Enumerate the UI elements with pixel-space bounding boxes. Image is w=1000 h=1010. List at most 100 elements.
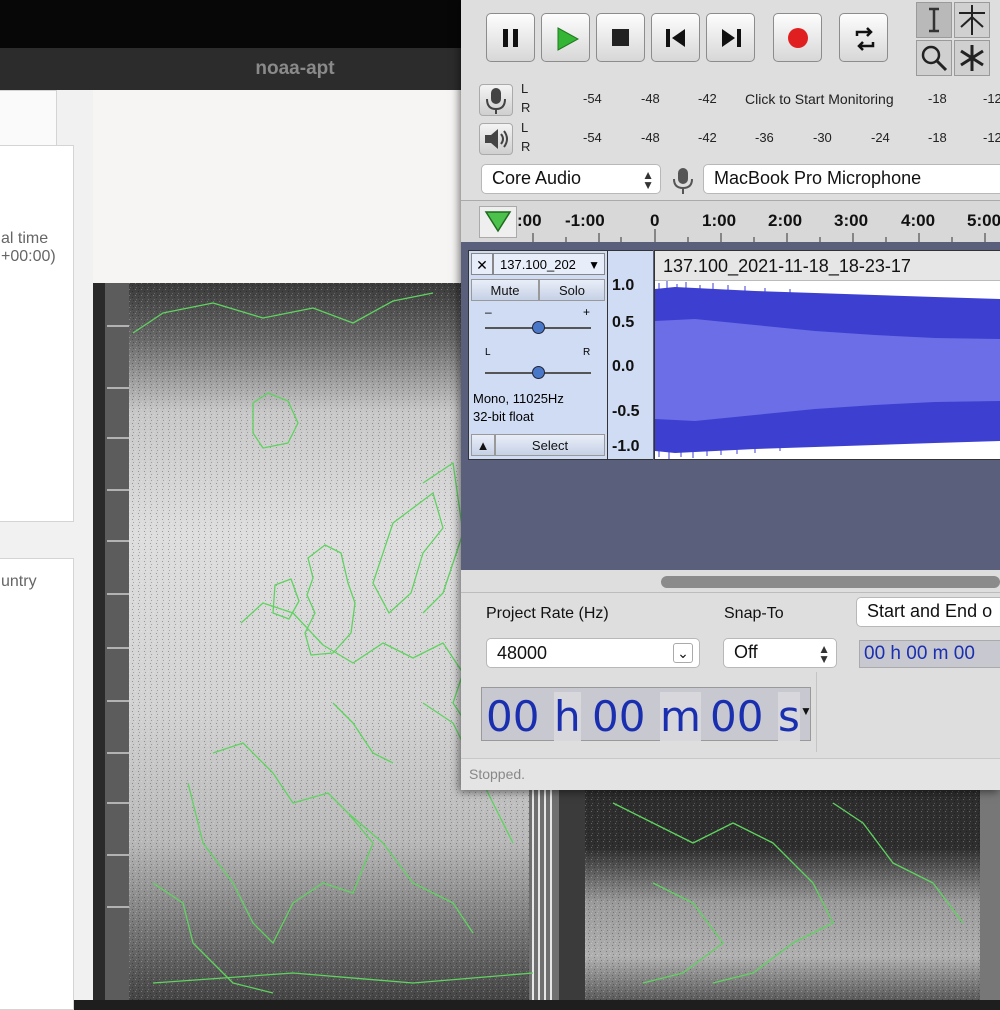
solo-button[interactable]: Solo	[539, 279, 605, 301]
record-meter-tick: -18	[928, 91, 947, 106]
gain-plus-label: +	[583, 305, 591, 319]
timeline-ruler[interactable]: :00 -1:00 0 1:00 2:00 3:00 4:00 5:00	[461, 200, 1000, 243]
record-meter-tick: -48	[641, 91, 660, 106]
audacity-window: L R -54 -48 -42 Click to Start Monitorin…	[461, 0, 1000, 790]
play-button[interactable]	[541, 13, 590, 62]
stop-icon	[612, 29, 629, 46]
stop-button[interactable]	[596, 13, 645, 62]
record-meter[interactable]: L R -54 -48 -42 Click to Start Monitorin…	[461, 80, 1000, 120]
time-label: al time	[1, 230, 49, 247]
selection-tool[interactable]	[916, 2, 952, 38]
vertical-scale[interactable]: 1.0 0.5 0.0 -0.5 -1.0	[608, 250, 653, 460]
skip-to-end-button[interactable]	[706, 13, 755, 62]
playback-meter-right-label: R	[521, 139, 531, 154]
ruler-label: :00	[517, 211, 542, 230]
clip-title-bar[interactable]: 137.100_2021-11-18_18-23-17	[655, 251, 1000, 281]
ruler-label: 3:00	[834, 211, 869, 230]
mute-button[interactable]: Mute	[471, 279, 539, 301]
record-meter-right-label: R	[521, 100, 531, 115]
project-rate-value: 48000	[497, 643, 548, 663]
gain-slider-thumb[interactable]	[532, 321, 545, 334]
time-seconds: 00	[710, 692, 764, 741]
playback-meter-tick: -42	[698, 130, 717, 145]
time-format-menu-icon[interactable]: ▼	[800, 704, 812, 718]
loop-button[interactable]	[839, 13, 888, 62]
track-name: 137.100_202	[500, 257, 576, 272]
selection-start-time[interactable]: 00 h 00 m 00	[859, 640, 1000, 668]
noaa-settings-panel: al time +00:00) untry	[0, 90, 93, 1010]
microphone-icon[interactable]	[479, 84, 513, 116]
snap-to-value: Off	[734, 642, 758, 662]
input-device-value: MacBook Pro Microphone	[714, 168, 922, 188]
track-control-panel[interactable]: ✕ 137.100_202 ▼ Mute Solo – + L R Mono, …	[468, 250, 608, 460]
record-meter-left-label: L	[521, 81, 529, 96]
playback-meter-tick: -24	[871, 130, 890, 145]
select-track-button[interactable]: Select	[495, 434, 605, 456]
pan-right-label: R	[583, 347, 591, 358]
audio-position-display[interactable]: 00 h 00 m 00 s ▼	[481, 687, 812, 741]
envelope-tool[interactable]	[954, 2, 990, 38]
timezone-label: +00:00)	[1, 248, 56, 265]
dropdown-triangle-icon: ▼	[588, 258, 600, 272]
loop-icon	[855, 27, 875, 51]
noaa-apt-titlebar[interactable]: noaa-apt	[0, 48, 470, 90]
project-rate-select[interactable]: 48000 ⌄	[486, 638, 700, 668]
snap-to-label: Snap-To	[724, 605, 784, 622]
close-icon: ✕	[476, 257, 488, 273]
playback-meter-tick: -36	[755, 130, 774, 145]
ruler-label: 5:00	[967, 211, 1000, 230]
pause-button[interactable]	[486, 13, 535, 62]
status-bar: Stopped.	[461, 758, 1000, 790]
play-icon	[557, 27, 580, 51]
scale-label: 0.0	[612, 358, 635, 375]
audio-host-select[interactable]: Core Audio ▲ ▼	[481, 164, 661, 194]
snap-to-select[interactable]: Off ▲ ▼	[723, 638, 837, 668]
collapse-triangle-icon: ▲	[476, 438, 490, 453]
playback-meter-tick: -54	[583, 130, 602, 145]
multi-tool[interactable]	[954, 40, 990, 76]
chevron-down-icon: ⌄	[673, 643, 693, 663]
pan-left-label: L	[485, 347, 491, 358]
scale-label: -0.5	[612, 403, 640, 420]
waveform-clip[interactable]: 137.100_2021-11-18_18-23-17	[654, 250, 1000, 460]
ruler-label: 2:00	[768, 211, 803, 230]
country-label: untry	[1, 573, 37, 590]
horizontal-scrollbar[interactable]	[661, 576, 1000, 588]
ruler-label: -1:00	[565, 211, 605, 230]
zoom-tool[interactable]	[916, 40, 952, 76]
updown-icon: ▲ ▼	[642, 168, 654, 192]
time-hours-unit: h	[554, 692, 581, 741]
skip-to-start-icon	[666, 29, 685, 47]
ruler-label: 1:00	[702, 211, 737, 230]
click-to-start-monitoring[interactable]: Click to Start Monitoring	[743, 91, 896, 107]
zoom-tool-icon	[921, 45, 948, 72]
ruler-label: 4:00	[901, 211, 936, 230]
playback-meter[interactable]: L R -54 -48 -42 -36 -30 -24 -18 -12	[461, 119, 1000, 159]
record-meter-tick: -42	[698, 91, 717, 106]
selection-mode-select[interactable]: Start and End o	[856, 597, 1000, 627]
collapse-track-button[interactable]: ▲	[471, 434, 495, 456]
input-device-select[interactable]: MacBook Pro Microphone	[703, 164, 1000, 194]
close-track-button[interactable]: ✕	[471, 253, 493, 275]
noaa-content-background	[93, 90, 463, 283]
track-format-rate: Mono, 11025Hz	[473, 391, 564, 406]
selection-tool-icon	[929, 7, 939, 33]
gain-minus-label: –	[485, 305, 492, 319]
record-icon	[788, 28, 808, 48]
skip-to-end-icon	[722, 29, 741, 47]
track-format-depth: 32-bit float	[473, 409, 534, 424]
scale-label: -1.0	[612, 438, 640, 455]
multi-tool-icon	[960, 45, 984, 71]
skip-to-start-button[interactable]	[651, 13, 700, 62]
time-minutes-unit: m	[660, 692, 701, 741]
audio-host-value: Core Audio	[492, 168, 582, 188]
record-button[interactable]	[773, 13, 822, 62]
speaker-icon[interactable]	[479, 123, 513, 155]
selection-start-time-value: 00 h 00 m 00	[864, 643, 975, 664]
separator	[461, 592, 1000, 593]
track-name-menu[interactable]: 137.100_202 ▼	[493, 253, 605, 275]
pan-slider-thumb[interactable]	[532, 366, 545, 379]
time-minutes: 00	[592, 692, 646, 741]
waveform	[655, 281, 1000, 459]
panel-frame-time: al time +00:00)	[0, 145, 74, 522]
